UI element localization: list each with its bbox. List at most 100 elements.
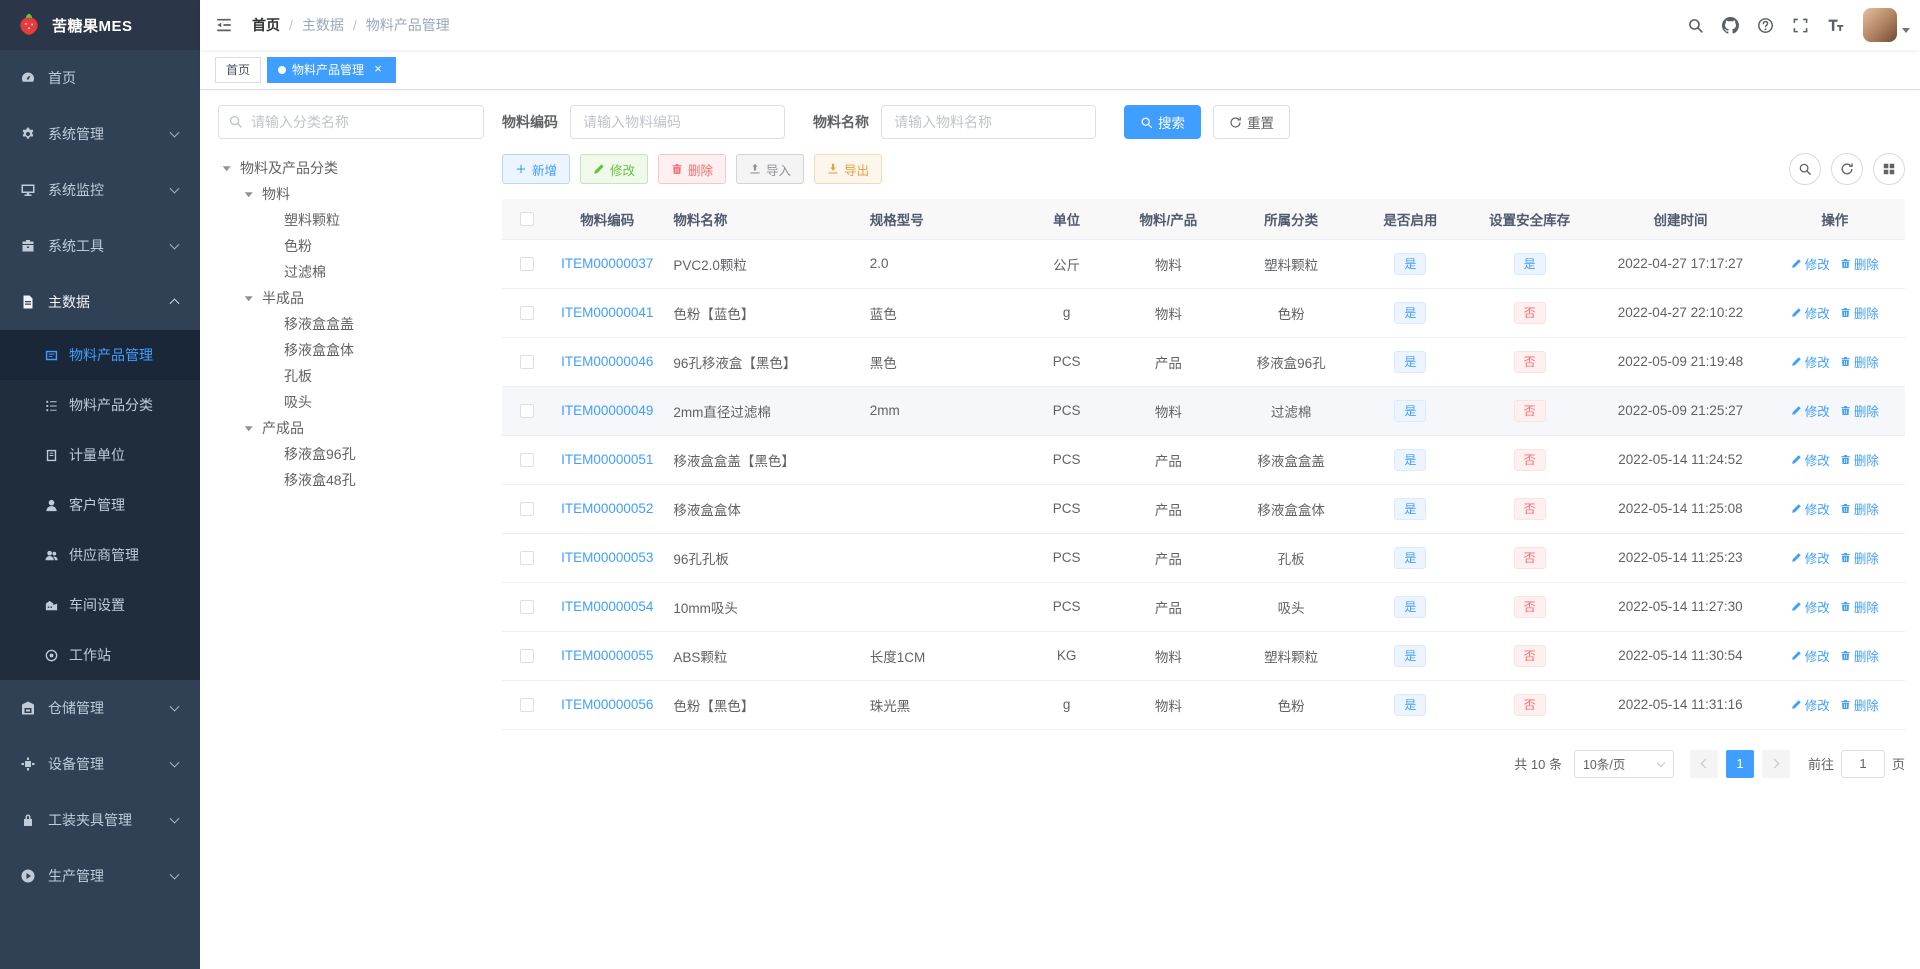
tree-node[interactable]: 塑料颗粒 <box>218 207 484 233</box>
material-code-link[interactable]: ITEM00000041 <box>561 305 653 320</box>
row-edit-link[interactable]: 修改 <box>1791 401 1830 420</box>
table-row[interactable]: ITEM00000056 色粉【黑色】 珠光黑 g 物料 色粉 是 否 2022-05-14 1… <box>502 680 1905 730</box>
category-search-input[interactable] <box>218 105 484 139</box>
row-delete-link[interactable]: 删除 <box>1840 695 1879 714</box>
table-row[interactable]: ITEM00000051 移液盒盒盖【黑色】 PCS 产品 移液盒盒盖 是 否 2022-05… <box>502 435 1905 485</box>
select-all-checkbox[interactable] <box>519 212 534 227</box>
sidebar-item-system-tools[interactable]: 系统工具 <box>0 218 200 274</box>
help-icon[interactable] <box>1748 0 1783 50</box>
row-delete-link[interactable]: 删除 <box>1840 548 1879 567</box>
breadcrumb-item[interactable]: 首页 <box>252 15 280 35</box>
goto-page-input[interactable] <box>1840 749 1885 778</box>
caret-icon[interactable] <box>244 192 253 202</box>
header-search-icon[interactable] <box>1678 0 1713 50</box>
fullscreen-icon[interactable] <box>1783 0 1818 50</box>
table-row[interactable]: ITEM00000055 ABS颗粒 长度1CM KG 物料 塑料颗粒 是 否 2022-05-… <box>502 631 1905 681</box>
avatar[interactable] <box>1863 8 1897 42</box>
import-button[interactable]: 导入 <box>736 154 805 184</box>
row-edit-link[interactable]: 修改 <box>1791 303 1830 322</box>
row-edit-link[interactable]: 修改 <box>1791 352 1830 371</box>
row-checkbox[interactable] <box>519 404 534 419</box>
row-delete-link[interactable]: 删除 <box>1840 401 1879 420</box>
tab-close-icon[interactable]: × <box>371 62 385 77</box>
font-size-icon[interactable] <box>1818 0 1853 50</box>
row-checkbox[interactable] <box>519 453 534 468</box>
material-code-link[interactable]: ITEM00000053 <box>561 550 653 565</box>
table-row[interactable]: ITEM00000054 10mm吸头 PCS 产品 吸头 是 否 2022-05-14 11… <box>502 582 1905 632</box>
tree-node[interactable]: 移液盒96孔 <box>218 441 484 467</box>
table-row[interactable]: ITEM00000049 2mm直径过滤棉 2mm PCS 物料 过滤棉 是 否 2022-05… <box>502 386 1905 436</box>
sidebar-item-material-product-category[interactable]: 物料产品分类 <box>0 380 200 430</box>
sidebar-item-production-management[interactable]: 生产管理 <box>0 848 200 904</box>
row-edit-link[interactable]: 修改 <box>1791 499 1830 518</box>
material-code-link[interactable]: ITEM00000052 <box>561 501 653 516</box>
row-delete-link[interactable]: 删除 <box>1840 303 1879 322</box>
add-button[interactable]: 新增 <box>502 154 571 184</box>
row-delete-link[interactable]: 删除 <box>1840 646 1879 665</box>
row-edit-link[interactable]: 修改 <box>1791 254 1830 273</box>
refresh-button[interactable] <box>1831 153 1863 185</box>
tab-material-product-management[interactable]: 物料产品管理 × <box>267 56 397 83</box>
row-delete-link[interactable]: 删除 <box>1840 450 1879 469</box>
row-checkbox[interactable] <box>519 698 534 713</box>
row-edit-link[interactable]: 修改 <box>1791 450 1830 469</box>
row-checkbox[interactable] <box>519 600 534 615</box>
row-delete-link[interactable]: 删除 <box>1840 597 1879 616</box>
tree-node[interactable]: 吸头 <box>218 389 484 415</box>
tree-node[interactable]: 移液盒盒盖 <box>218 311 484 337</box>
material-code-link[interactable]: ITEM00000051 <box>561 452 653 467</box>
toggle-search-button[interactable] <box>1789 153 1821 185</box>
sidebar-item-fixture-management[interactable]: 工装夹具管理 <box>0 792 200 848</box>
sidebar-item-home[interactable]: 首页 <box>0 50 200 106</box>
row-checkbox[interactable] <box>519 649 534 664</box>
sidebar-fold-icon[interactable] <box>200 0 248 50</box>
table-row[interactable]: ITEM00000046 96孔移液盒【黑色】 黑色 PCS 产品 移液盒96孔 是 否 202… <box>502 337 1905 387</box>
tree-node[interactable]: 孔板 <box>218 363 484 389</box>
table-row[interactable]: ITEM00000041 色粉【蓝色】 蓝色 g 物料 色粉 是 否 2022-04-27 22… <box>502 288 1905 338</box>
row-edit-link[interactable]: 修改 <box>1791 695 1830 714</box>
row-checkbox[interactable] <box>519 502 534 517</box>
row-edit-link[interactable]: 修改 <box>1791 646 1830 665</box>
sidebar-item-system-management[interactable]: 系统管理 <box>0 106 200 162</box>
row-checkbox[interactable] <box>519 551 534 566</box>
tree-node[interactable]: 色粉 <box>218 233 484 259</box>
tab-home[interactable]: 首页 <box>215 56 262 83</box>
tree-node[interactable]: 半成品 <box>218 285 484 311</box>
sidebar-item-workstation[interactable]: 工作站 <box>0 630 200 680</box>
sidebar-item-warehouse-management[interactable]: 仓储管理 <box>0 680 200 736</box>
material-name-input[interactable] <box>881 105 1096 139</box>
tree-node[interactable]: 物料 <box>218 181 484 207</box>
row-delete-link[interactable]: 删除 <box>1840 352 1879 371</box>
material-code-link[interactable]: ITEM00000055 <box>561 648 653 663</box>
material-code-link[interactable]: ITEM00000054 <box>561 599 653 614</box>
delete-button[interactable]: 删除 <box>658 154 727 184</box>
github-icon[interactable] <box>1713 0 1748 50</box>
row-checkbox[interactable] <box>519 355 534 370</box>
material-code-input[interactable] <box>570 105 785 139</box>
table-row[interactable]: ITEM00000053 96孔孔板 PCS 产品 孔板 是 否 2022-05-14 11:… <box>502 533 1905 583</box>
tree-node[interactable]: 产成品 <box>218 415 484 441</box>
table-row[interactable]: ITEM00000052 移液盒盒体 PCS 产品 移液盒盒体是否 2022-05-14 … <box>502 484 1905 534</box>
page-1-button[interactable]: 1 <box>1725 749 1754 778</box>
row-checkbox[interactable] <box>519 257 534 272</box>
app-logo[interactable]: 苦糖果MES <box>0 0 200 50</box>
sidebar-item-material-product-management[interactable]: 物料产品管理 <box>0 330 200 380</box>
row-delete-link[interactable]: 删除 <box>1840 254 1879 273</box>
caret-icon[interactable] <box>222 166 231 176</box>
prev-page-button[interactable] <box>1689 749 1718 778</box>
tree-node[interactable]: 物料及产品分类 <box>218 155 484 181</box>
avatar-caret-icon[interactable] <box>1902 27 1910 37</box>
sidebar-item-master-data[interactable]: 主数据 <box>0 274 200 330</box>
row-edit-link[interactable]: 修改 <box>1791 548 1830 567</box>
caret-icon[interactable] <box>244 296 253 306</box>
sidebar-item-measure-unit[interactable]: 计量单位 <box>0 430 200 480</box>
sidebar-item-supplier-management[interactable]: 供应商管理 <box>0 530 200 580</box>
sidebar-item-workshop-settings[interactable]: 车间设置 <box>0 580 200 630</box>
search-button[interactable]: 搜索 <box>1124 105 1201 139</box>
tree-node[interactable]: 移液盒盒体 <box>218 337 484 363</box>
sidebar-item-equipment-management[interactable]: 设备管理 <box>0 736 200 792</box>
next-page-button[interactable] <box>1761 749 1790 778</box>
tree-node[interactable]: 移液盒48孔 <box>218 467 484 493</box>
row-delete-link[interactable]: 删除 <box>1840 499 1879 518</box>
material-code-link[interactable]: ITEM00000056 <box>561 697 653 712</box>
